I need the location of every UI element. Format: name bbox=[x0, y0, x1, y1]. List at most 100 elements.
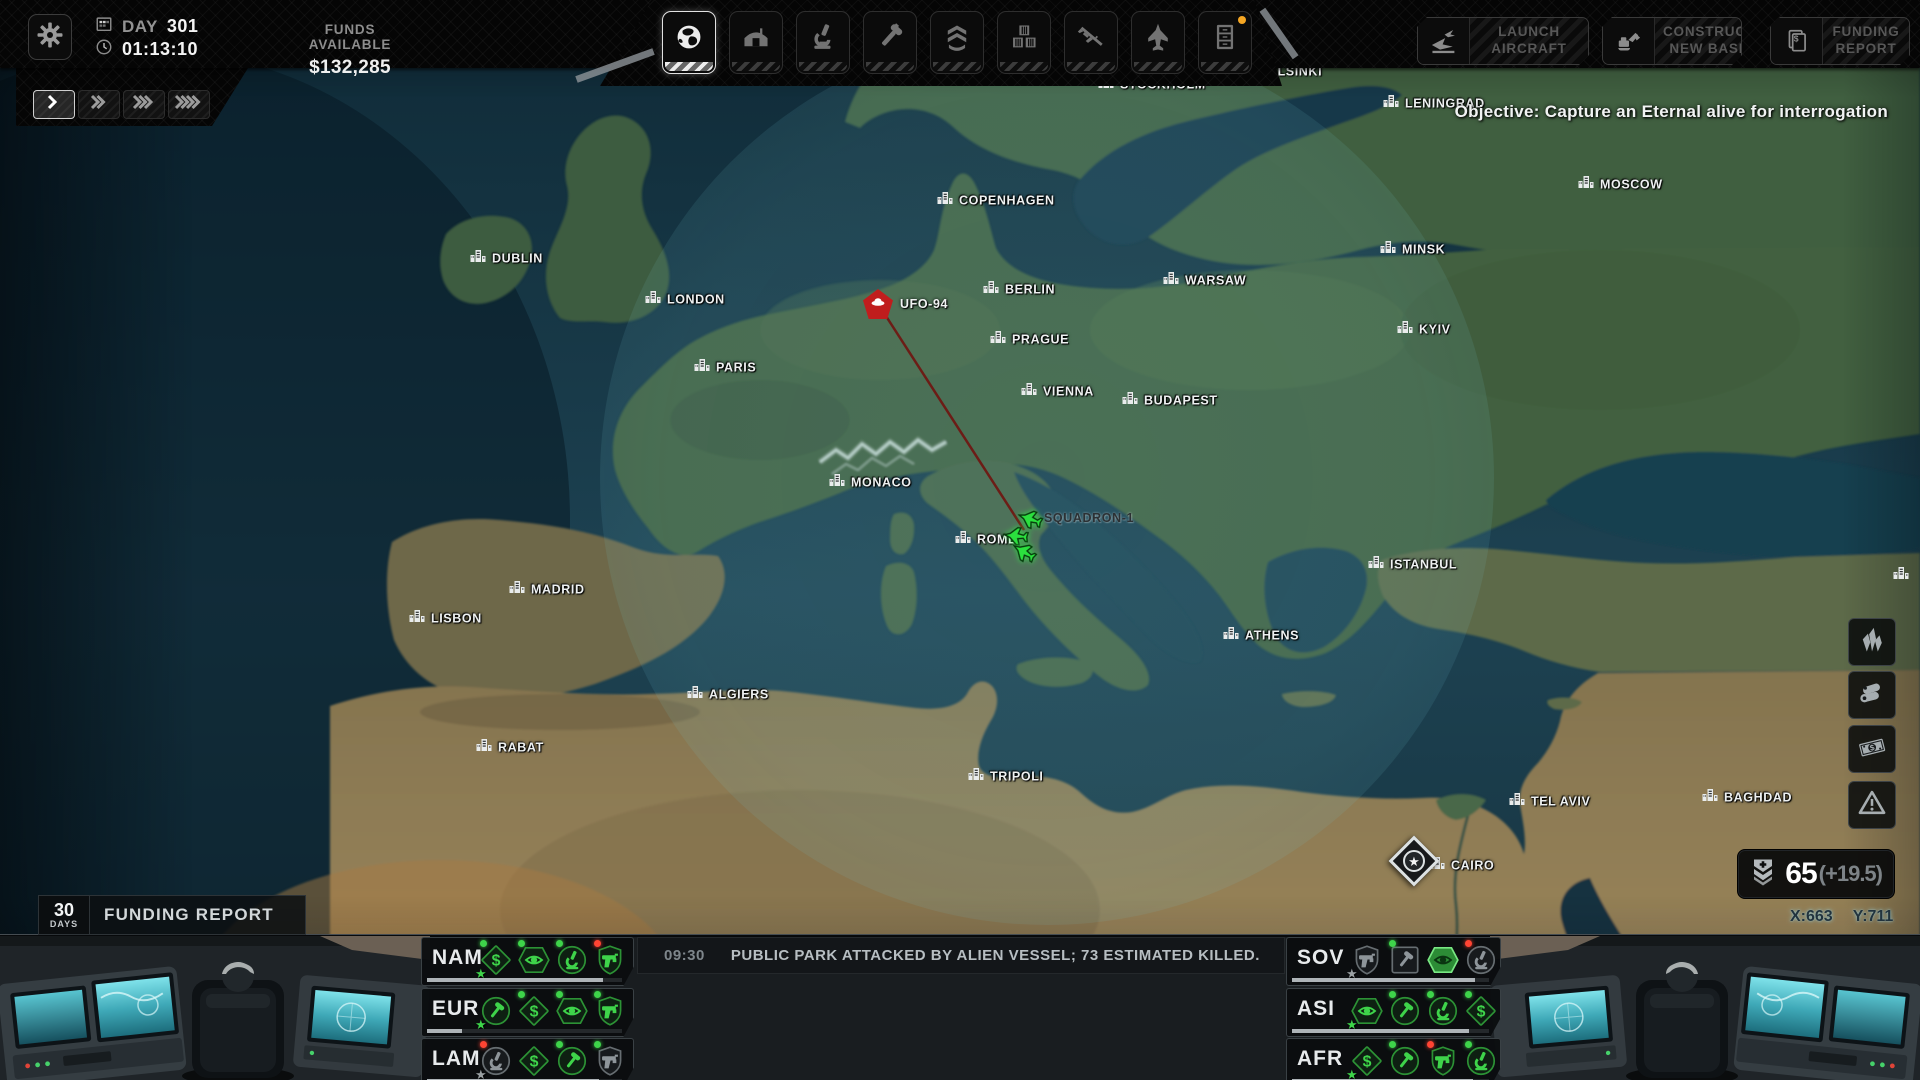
region-status-microscope-icon bbox=[554, 942, 590, 978]
status-dot-green bbox=[518, 940, 525, 947]
region-panel-lam[interactable]: LAM★$ bbox=[421, 1038, 634, 1080]
shield-rank-icon bbox=[1750, 857, 1776, 892]
city-label-algiers: ALGIERS bbox=[687, 685, 769, 704]
funding-report-button[interactable]: $FUNDINGREPORT bbox=[1770, 17, 1910, 65]
news-ticker: 09:30 PUBLIC PARK ATTACKED BY ALIEN VESS… bbox=[637, 937, 1285, 974]
region-code: SOV bbox=[1297, 946, 1344, 970]
funding-days-label: DAYS bbox=[50, 920, 78, 929]
speed-3x-button[interactable] bbox=[123, 90, 165, 119]
score-badge[interactable]: 65 (+19.5) bbox=[1737, 849, 1895, 899]
region-panel-afr[interactable]: AFR$★ bbox=[1286, 1038, 1501, 1080]
city-icon bbox=[1578, 175, 1594, 194]
main-nav bbox=[600, 0, 1282, 86]
filter-alerts-button[interactable] bbox=[1848, 781, 1896, 829]
region-panel-nam[interactable]: NAM$★ bbox=[421, 937, 634, 986]
city-icon bbox=[983, 280, 999, 299]
nav-bases[interactable] bbox=[729, 11, 783, 74]
speed-4x-button[interactable] bbox=[168, 90, 210, 119]
city-icon bbox=[1893, 566, 1909, 585]
globe-icon bbox=[663, 12, 715, 62]
launch-aircraft-button[interactable]: LAUNCHAIRCRAFT bbox=[1417, 17, 1589, 65]
chevron-icon bbox=[47, 94, 61, 115]
speed-1x-button[interactable] bbox=[33, 90, 75, 119]
city-icon bbox=[1509, 792, 1525, 811]
city-icon bbox=[937, 191, 953, 210]
cursor-coordinates: X:663 Y:711 bbox=[1790, 908, 1893, 926]
city-icon bbox=[1163, 271, 1179, 290]
filter-crystals-button[interactable] bbox=[1848, 618, 1896, 666]
city-label-minsk: MINSK bbox=[1380, 240, 1445, 259]
nav-archive[interactable] bbox=[1198, 11, 1252, 74]
nav-armory[interactable] bbox=[1064, 11, 1118, 74]
city-icon bbox=[829, 473, 845, 492]
region-status-dollar-icon: $ bbox=[1463, 993, 1499, 1029]
region-status-wrench-icon bbox=[554, 1043, 590, 1079]
nav-research[interactable] bbox=[796, 11, 850, 74]
city-label-london: LONDON bbox=[645, 290, 725, 309]
status-dot-green bbox=[594, 991, 601, 998]
region-panel-eur[interactable]: EUR★ $ bbox=[421, 988, 634, 1037]
launch-icon bbox=[1418, 18, 1470, 64]
status-dot-red bbox=[1427, 1041, 1434, 1048]
region-panel-asi[interactable]: ASI★$ bbox=[1286, 988, 1501, 1037]
funding-report-label: FUNDING REPORT bbox=[90, 895, 306, 935]
svg-text:$: $ bbox=[492, 952, 501, 969]
region-status-microscope-icon bbox=[1463, 942, 1499, 978]
region-status-gun-icon bbox=[592, 1043, 628, 1079]
region-status-wrench-icon bbox=[1387, 1043, 1423, 1079]
region-progress-bar bbox=[1292, 978, 1489, 982]
status-dot-green bbox=[594, 1041, 601, 1048]
settings-button[interactable] bbox=[28, 14, 72, 60]
day-label: DAY bbox=[122, 17, 158, 37]
ticker-time: 09:30 bbox=[664, 947, 705, 964]
nav-engineering[interactable] bbox=[863, 11, 917, 74]
crates-icon bbox=[998, 12, 1050, 62]
funds-value: $132,285 bbox=[283, 57, 417, 79]
city-icon bbox=[409, 609, 425, 628]
chevron-icon bbox=[90, 94, 109, 115]
city-icon bbox=[1380, 240, 1396, 259]
city-icon bbox=[476, 738, 492, 757]
city-label-berlin: BERLIN bbox=[983, 280, 1055, 299]
banknote-icon: $ bbox=[1857, 732, 1887, 767]
nav-personnel[interactable] bbox=[930, 11, 984, 74]
status-dot-red bbox=[480, 1041, 487, 1048]
filter-alloys-button[interactable] bbox=[1848, 671, 1896, 719]
construct-new-base-button[interactable]: CONSTRUCTNEW BASE bbox=[1602, 17, 1742, 65]
nav-geoscape[interactable] bbox=[662, 11, 716, 74]
chevron-icon bbox=[132, 94, 157, 115]
region-status-wrench-icon: ★ bbox=[478, 993, 514, 1029]
city-label-warsaw: WARSAW bbox=[1163, 271, 1246, 290]
city-icon bbox=[968, 767, 984, 786]
city-icon bbox=[1021, 382, 1037, 401]
ticker-message: PUBLIC PARK ATTACKED BY ALIEN VESSEL; 73… bbox=[731, 947, 1260, 964]
city-label-prague: PRAGUE bbox=[990, 330, 1069, 349]
region-code: EUR bbox=[432, 997, 479, 1021]
svg-text:$: $ bbox=[530, 1003, 539, 1020]
region-status-dollar-icon: $★ bbox=[478, 942, 514, 978]
speed-2x-button[interactable] bbox=[78, 90, 120, 119]
filter-cash-button[interactable]: $ bbox=[1848, 725, 1896, 773]
crystals-icon bbox=[1857, 625, 1887, 660]
nav-aircraft[interactable] bbox=[1131, 11, 1185, 74]
status-dot-green bbox=[1427, 991, 1434, 998]
region-panel-sov[interactable]: SOV★ bbox=[1286, 937, 1501, 986]
region-status-microscope-icon bbox=[1463, 1043, 1499, 1079]
nav-stores[interactable] bbox=[997, 11, 1051, 74]
funds-display: FUNDS AVAILABLE $132,285 bbox=[283, 22, 417, 79]
region-status-eye-icon bbox=[1425, 942, 1461, 978]
funding-report-countdown-button[interactable]: 30 DAYS FUNDING REPORT bbox=[38, 895, 306, 935]
date-time-display: DAY 301 01:13:10 bbox=[95, 18, 198, 58]
region-code: ASI bbox=[1297, 997, 1335, 1021]
status-dot-green bbox=[1465, 991, 1472, 998]
alloys-icon bbox=[1857, 678, 1887, 713]
city-label-madrid: MADRID bbox=[509, 580, 585, 599]
region-progress-bar bbox=[1292, 1029, 1489, 1033]
city-icon bbox=[687, 685, 703, 704]
status-dot-green bbox=[556, 1041, 563, 1048]
city-label-monaco: MONACO bbox=[829, 473, 912, 492]
coord-y: Y:711 bbox=[1853, 908, 1894, 926]
region-status-dollar-icon: $ bbox=[516, 993, 552, 1029]
city-label-dublin: DUBLIN bbox=[470, 249, 543, 268]
city-label-kyiv: KYIV bbox=[1397, 320, 1451, 339]
